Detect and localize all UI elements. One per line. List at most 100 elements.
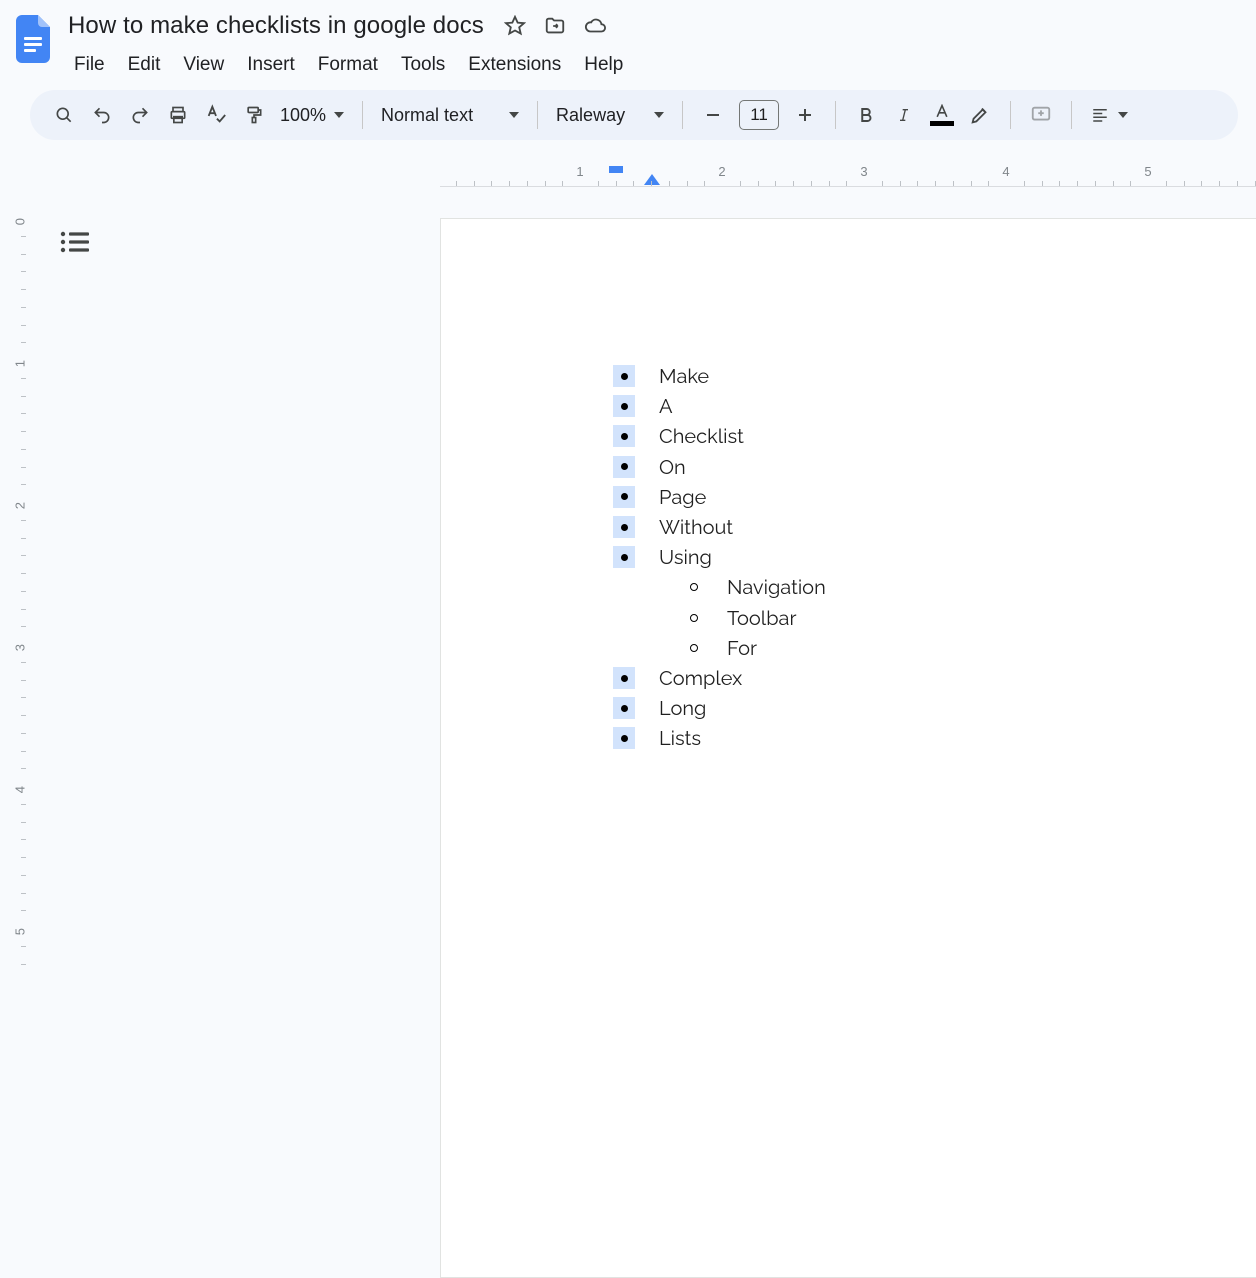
- bullet-item[interactable]: Page: [613, 482, 826, 512]
- sub-bullet-marker: [683, 607, 705, 629]
- toolbar-separator: [537, 101, 538, 129]
- chevron-down-icon: [1118, 112, 1128, 118]
- bullet-marker: [613, 365, 635, 387]
- menu-view[interactable]: View: [173, 50, 234, 80]
- highlight-color-button[interactable]: [962, 97, 998, 133]
- bullet-marker: [613, 516, 635, 538]
- toolbar-separator: [362, 101, 363, 129]
- menu-format[interactable]: Format: [308, 50, 388, 80]
- workspace: MakeAChecklistOnPageWithoutUsing Navigati…: [26, 186, 1256, 964]
- bullet-marker: [613, 486, 635, 508]
- bullet-text[interactable]: Complex: [659, 663, 742, 693]
- spellcheck-icon[interactable]: [198, 97, 234, 133]
- document-page[interactable]: MakeAChecklistOnPageWithoutUsing Navigati…: [440, 218, 1256, 1278]
- bullet-item[interactable]: On: [613, 452, 826, 482]
- align-dropdown[interactable]: [1084, 97, 1134, 133]
- ruler-tick-label: 4: [1002, 164, 1009, 179]
- bullet-item[interactable]: Using: [613, 542, 826, 572]
- toolbar-separator: [1010, 101, 1011, 129]
- add-comment-button[interactable]: [1023, 97, 1059, 133]
- zoom-dropdown[interactable]: 100%: [274, 97, 350, 133]
- titlebar: How to make checklists in google docs Fi…: [0, 0, 1256, 80]
- text-color-swatch: [930, 121, 954, 126]
- ruler-tick-label: 2: [718, 164, 725, 179]
- bullet-item[interactable]: Lists: [613, 723, 826, 753]
- document-outline-icon[interactable]: [60, 230, 92, 256]
- decrease-font-size-button[interactable]: [695, 97, 731, 133]
- bullet-text[interactable]: Toolbar: [727, 603, 796, 633]
- menu-tools[interactable]: Tools: [391, 50, 455, 80]
- menubar: File Edit View Insert Format Tools Exten…: [64, 50, 633, 80]
- bullet-marker: [613, 425, 635, 447]
- paragraph-style-value: Normal text: [381, 105, 473, 126]
- bullet-item[interactable]: Complex: [613, 663, 826, 693]
- font-size-input[interactable]: [739, 100, 779, 130]
- bullet-marker: [613, 546, 635, 568]
- bullet-item[interactable]: A: [613, 391, 826, 421]
- undo-icon[interactable]: [84, 97, 120, 133]
- zoom-value: 100%: [280, 105, 326, 126]
- toolbar-separator: [835, 101, 836, 129]
- vertical-ruler[interactable]: 012345: [0, 186, 26, 964]
- bullet-marker: [613, 456, 635, 478]
- bullet-item[interactable]: Checklist: [613, 421, 826, 451]
- text-color-button[interactable]: [924, 97, 960, 133]
- sub-bullet-item[interactable]: For: [613, 633, 826, 663]
- toolbar-separator: [682, 101, 683, 129]
- sub-bullet-item[interactable]: Navigation: [613, 572, 826, 602]
- bullet-text[interactable]: Page: [659, 482, 706, 512]
- bullet-text[interactable]: On: [659, 452, 686, 482]
- toolbar-separator: [1071, 101, 1072, 129]
- paragraph-style-dropdown[interactable]: Normal text: [375, 97, 525, 133]
- bullet-marker: [613, 727, 635, 749]
- left-indent-marker[interactable]: [644, 174, 660, 185]
- menu-help[interactable]: Help: [574, 50, 633, 80]
- move-to-folder-icon[interactable]: [542, 13, 568, 39]
- bullet-item[interactable]: Without: [613, 512, 826, 542]
- italic-button[interactable]: [886, 97, 922, 133]
- ruler-tick-label: 3: [860, 164, 867, 179]
- chevron-down-icon: [334, 112, 344, 118]
- bullet-text[interactable]: Navigation: [727, 572, 826, 602]
- horizontal-ruler[interactable]: 1 2 3 4 5: [440, 166, 1256, 186]
- document-body[interactable]: MakeAChecklistOnPageWithoutUsing Navigati…: [613, 361, 826, 754]
- ruler-tick-label: 1: [576, 164, 583, 179]
- star-icon[interactable]: [502, 13, 528, 39]
- toolbar: 100% Normal text Raleway: [30, 90, 1238, 140]
- menu-insert[interactable]: Insert: [237, 50, 305, 80]
- bullet-text[interactable]: Without: [659, 512, 733, 542]
- redo-icon[interactable]: [122, 97, 158, 133]
- paint-format-icon[interactable]: [236, 97, 272, 133]
- bullet-text[interactable]: Checklist: [659, 421, 744, 451]
- chevron-down-icon: [509, 112, 519, 118]
- sub-bullet-marker: [683, 576, 705, 598]
- increase-font-size-button[interactable]: [787, 97, 823, 133]
- bullet-marker: [613, 667, 635, 689]
- docs-logo-icon[interactable]: [14, 12, 54, 66]
- chevron-down-icon: [654, 112, 664, 118]
- menu-extensions[interactable]: Extensions: [458, 50, 571, 80]
- bullet-text[interactable]: A: [659, 391, 673, 421]
- sub-bullet-marker: [683, 637, 705, 659]
- ruler-tick-label: 5: [1144, 164, 1151, 179]
- print-icon[interactable]: [160, 97, 196, 133]
- bullet-marker: [613, 697, 635, 719]
- font-dropdown[interactable]: Raleway: [550, 97, 670, 133]
- menu-file[interactable]: File: [64, 50, 115, 80]
- first-line-indent-marker[interactable]: [609, 166, 623, 173]
- bullet-text[interactable]: Using: [659, 542, 712, 572]
- font-name-value: Raleway: [556, 105, 625, 126]
- menu-edit[interactable]: Edit: [118, 50, 171, 80]
- bullet-text[interactable]: Long: [659, 693, 706, 723]
- bullet-item[interactable]: Long: [613, 693, 826, 723]
- search-icon[interactable]: [46, 97, 82, 133]
- bullet-text[interactable]: For: [727, 633, 757, 663]
- cloud-status-icon[interactable]: [582, 13, 608, 39]
- bullet-text[interactable]: Lists: [659, 723, 701, 753]
- bullet-item[interactable]: Make: [613, 361, 826, 391]
- bullet-text[interactable]: Make: [659, 361, 709, 391]
- bold-button[interactable]: [848, 97, 884, 133]
- document-title[interactable]: How to make checklists in google docs: [64, 11, 488, 41]
- bullet-marker: [613, 395, 635, 417]
- sub-bullet-item[interactable]: Toolbar: [613, 603, 826, 633]
